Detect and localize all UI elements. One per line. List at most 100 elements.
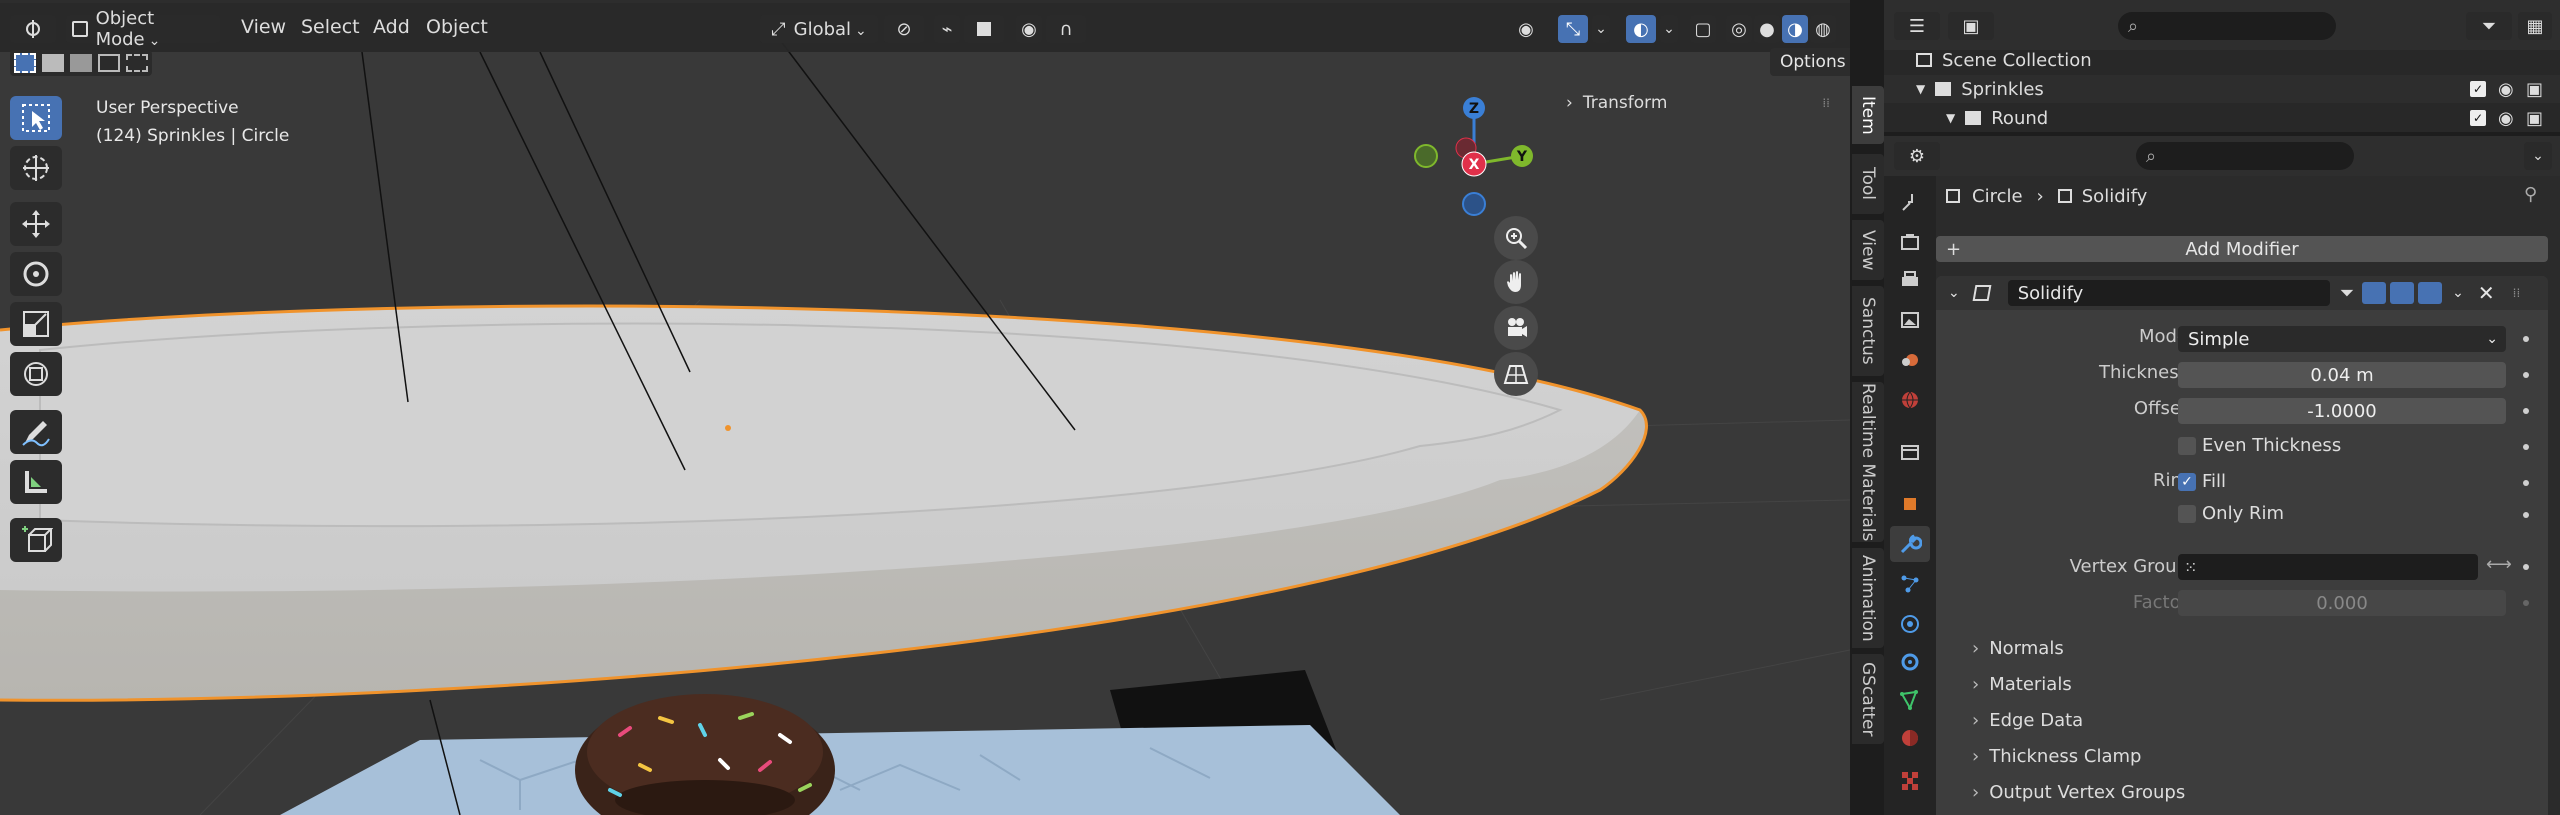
snap-target-dropdown[interactable] (964, 15, 1004, 43)
menu-view[interactable]: View (241, 16, 286, 38)
tab-tool[interactable]: Tool (1852, 154, 1884, 214)
normals-subpanel[interactable]: Normals (1972, 638, 2064, 659)
tab-tool-settings[interactable] (1890, 184, 1930, 220)
materials-subpanel[interactable]: Materials (1972, 674, 2072, 695)
pan-button[interactable] (1494, 260, 1538, 304)
select-box-tool[interactable] (10, 96, 62, 140)
drag-handle-icon[interactable]: ⁞⁞ (1822, 96, 1830, 110)
eye-icon[interactable]: ◉ (2498, 108, 2514, 129)
keyframe-dot[interactable] (2523, 372, 2529, 378)
eye-icon[interactable]: ◉ (2498, 79, 2514, 100)
gizmo-toggle[interactable]: ⤡ (1558, 15, 1588, 43)
tab-physics[interactable] (1890, 606, 1930, 642)
overlays-dropdown[interactable]: ⌄ (1660, 15, 1678, 43)
shading-solid[interactable]: ● (1754, 15, 1780, 43)
shading-wireframe[interactable]: ◎ (1726, 15, 1752, 43)
rotate-tool[interactable] (10, 252, 62, 296)
breadcrumb-object[interactable]: Circle (1972, 186, 2023, 207)
collapse-icon[interactable]: ⌄ (1948, 285, 1960, 301)
transform-orientation-dropdown[interactable]: ⤢ Global (760, 15, 878, 43)
tab-sanctus[interactable]: Sanctus (1852, 286, 1884, 376)
fill-checkbox[interactable]: ✓ (2178, 473, 2196, 491)
exclude-checkbox[interactable]: ✓ (2470, 81, 2486, 97)
visibility-dropdown[interactable]: ◉ (1506, 15, 1546, 43)
cursor-tool[interactable] (10, 146, 62, 190)
scale-tool[interactable] (10, 302, 62, 346)
keyframe-dot[interactable] (2523, 336, 2529, 342)
drag-handle-icon[interactable]: ⁞⁞ (2513, 286, 2521, 300)
menu-select[interactable]: Select (301, 16, 360, 38)
even-thickness-checkbox[interactable] (2178, 437, 2196, 455)
camera-icon[interactable]: ▣ (2526, 108, 2543, 129)
tab-item[interactable]: Item (1852, 86, 1884, 144)
tab-view-layer[interactable] (1890, 302, 1930, 338)
tab-render[interactable] (1890, 224, 1930, 260)
keyframe-dot[interactable] (2523, 408, 2529, 414)
tab-particles[interactable] (1890, 566, 1930, 602)
proportional-edit-toggle[interactable]: ◉ (1016, 15, 1042, 43)
options-dropdown[interactable]: Options (1770, 48, 1850, 76)
select-intersect-icon[interactable] (126, 54, 148, 72)
tab-texture[interactable] (1890, 762, 1930, 798)
properties-options[interactable]: ⌄ (2524, 142, 2552, 170)
neg-z-axis[interactable] (1462, 192, 1486, 216)
xray-toggle[interactable]: ▢ (1690, 15, 1716, 43)
tab-scene[interactable] (1890, 342, 1930, 378)
gizmo-dropdown[interactable]: ⌄ (1592, 15, 1610, 43)
tab-modifiers[interactable] (1890, 526, 1930, 562)
select-extend-icon[interactable] (42, 54, 64, 72)
transform-tool[interactable] (10, 352, 62, 396)
tab-output[interactable] (1890, 262, 1930, 298)
expand-icon[interactable]: ▼ (1946, 111, 1955, 125)
annotate-tool[interactable] (10, 410, 62, 454)
tab-material[interactable] (1890, 720, 1930, 756)
invert-vertex-group-icon[interactable]: ⟷ (2486, 554, 2512, 575)
tab-constraints[interactable] (1890, 644, 1930, 680)
pivot-dropdown[interactable]: ⊘ (884, 15, 924, 43)
modifier-menu-dropdown[interactable]: ⌄ (2452, 285, 2464, 301)
keyframe-dot[interactable] (2523, 444, 2529, 450)
zoom-button[interactable] (1494, 216, 1538, 260)
select-subtract-icon[interactable] (70, 54, 92, 72)
mode-dropdown[interactable]: Simple ⌄ (2178, 326, 2506, 352)
keyframe-dot[interactable] (2523, 564, 2529, 570)
properties-editor-type[interactable]: ⚙ (1894, 142, 1940, 170)
outliner-display-mode[interactable]: ▣ (1948, 12, 1994, 40)
shading-rendered[interactable]: ◍ (1810, 15, 1836, 43)
camera-view-button[interactable] (1494, 306, 1538, 350)
tab-animation[interactable]: Animation (1852, 548, 1884, 648)
output-vertex-groups-subpanel[interactable]: Output Vertex Groups (1972, 782, 2185, 803)
add-modifier-button[interactable]: + Add Modifier (1936, 236, 2548, 262)
outliner-search-input[interactable]: ⌕ (2118, 12, 2336, 40)
remove-modifier-icon[interactable]: ✕ (2478, 281, 2495, 305)
neg-y-axis[interactable] (1414, 144, 1438, 168)
select-new-icon[interactable] (14, 53, 36, 73)
outliner-filter[interactable]: ⏷ (2466, 12, 2512, 40)
tab-gscatter[interactable]: GScatter (1852, 654, 1884, 744)
thickness-field[interactable]: 0.04 m (2178, 362, 2506, 388)
move-tool[interactable] (10, 202, 62, 246)
tab-object[interactable] (1890, 486, 1930, 522)
menu-object[interactable]: Object (426, 16, 488, 38)
render-toggle[interactable] (2418, 282, 2443, 304)
snap-toggle[interactable]: ⌁ (934, 15, 960, 43)
tab-data[interactable] (1890, 682, 1930, 718)
tab-view[interactable]: View (1852, 220, 1884, 280)
overlays-toggle[interactable]: ◐ (1626, 15, 1656, 43)
exclude-checkbox[interactable]: ✓ (2470, 110, 2486, 126)
perspective-toggle-button[interactable] (1494, 352, 1538, 396)
properties-search-input[interactable]: ⌕ (2136, 142, 2354, 170)
falloff-dropdown[interactable]: ∩ (1046, 15, 1086, 43)
thickness-clamp-subpanel[interactable]: Thickness Clamp (1972, 746, 2141, 767)
modifier-name-field[interactable]: Solidify (2007, 280, 2330, 306)
expand-icon[interactable]: ▼ (1916, 82, 1925, 96)
outliner-row-round[interactable]: ▼ Round ✓ ◉ ▣ (1884, 104, 2560, 132)
tab-collection[interactable] (1890, 434, 1930, 470)
mode-dropdown[interactable]: Object Mode (66, 8, 220, 50)
camera-icon[interactable]: ▣ (2526, 79, 2543, 100)
select-invert-icon[interactable] (98, 54, 120, 72)
edit-mode-cage-icon[interactable]: ⏷ (2340, 283, 2354, 304)
transform-panel-header[interactable]: › Transform ⁞⁞ (1566, 88, 1830, 118)
new-collection-button[interactable]: ▦ (2518, 12, 2552, 40)
outliner-row-sprinkles[interactable]: ▼ Sprinkles ✓ ◉ ▣ (1884, 75, 2560, 103)
